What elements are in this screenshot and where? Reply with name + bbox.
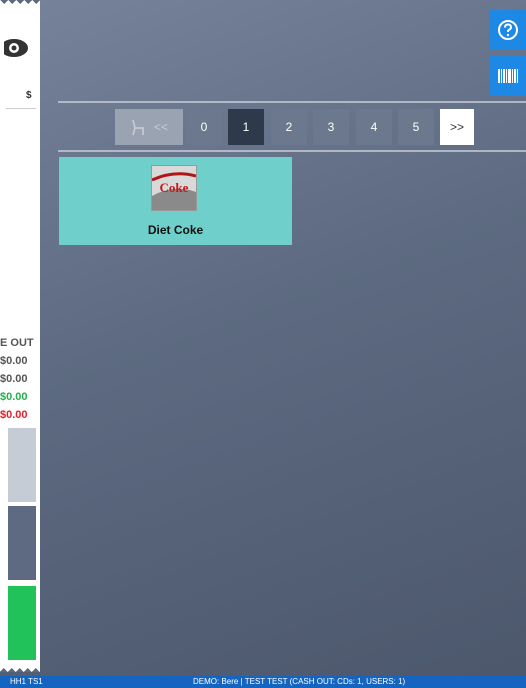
receipt-edge-top (0, 0, 40, 8)
receipt-divider (6, 108, 36, 109)
next-page-button[interactable]: >> (440, 109, 474, 145)
totals-list: E OUT $0.00 $0.00 $0.00 $0.00 (0, 334, 40, 424)
page-button-5[interactable]: 5 (398, 109, 434, 145)
eye-icon[interactable] (4, 34, 32, 62)
divider (58, 101, 526, 103)
total-value-negative: $0.00 (0, 409, 28, 421)
receipt-edge-bottom (0, 664, 40, 672)
prev-page-label: << (153, 120, 168, 134)
divider (58, 150, 526, 152)
currency-label: $ (26, 90, 32, 101)
page-button-3[interactable]: 3 (313, 109, 349, 145)
action-block-dark[interactable] (8, 506, 36, 580)
status-bar: HH1 TS1 DEMO: Bere | TEST TEST (CASH OUT… (0, 676, 526, 688)
product-image-graphic: Coke (151, 166, 197, 210)
chair-icon (132, 119, 144, 136)
product-image-text: Coke (160, 180, 189, 195)
page-button-4[interactable]: 4 (356, 109, 392, 145)
product-name: Diet Coke (147, 223, 204, 237)
action-block-green[interactable] (8, 586, 36, 660)
product-image: Coke (151, 165, 197, 211)
prev-page-button[interactable]: << (115, 109, 183, 145)
status-bar-center: DEMO: Bere | TEST TEST (CASH OUT: CDs: 1… (193, 677, 406, 686)
page-button-1-active[interactable]: 1 (228, 109, 264, 145)
total-value-positive: $0.00 (0, 391, 28, 403)
page-button-2[interactable]: 2 (271, 109, 307, 145)
barcode-scan-button[interactable] (489, 56, 526, 96)
action-block-light[interactable] (8, 428, 36, 502)
totals-header: E OUT (0, 337, 34, 349)
total-value: $0.00 (0, 373, 28, 385)
receipt-bottom (0, 660, 40, 672)
total-value: $0.00 (0, 355, 28, 367)
barcode-icon (497, 69, 518, 83)
help-icon (497, 20, 518, 40)
product-tile[interactable]: Coke Diet Coke (59, 157, 292, 245)
help-button[interactable] (489, 10, 526, 50)
page-button-0[interactable]: 0 (186, 109, 222, 145)
status-bar-left: HH1 TS1 (10, 677, 43, 686)
